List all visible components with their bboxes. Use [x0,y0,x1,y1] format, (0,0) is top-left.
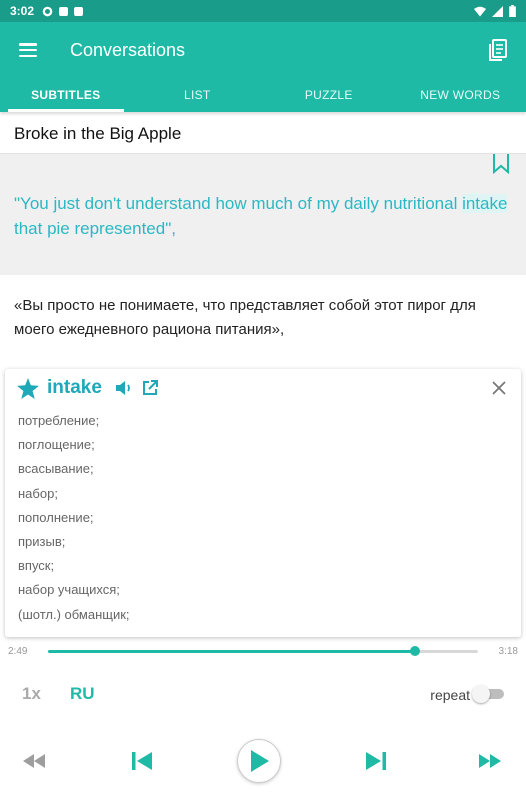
skip-previous-icon [132,752,152,770]
subtitle-block: "You just don't understand how much of m… [0,153,526,275]
dictionary-meanings-list: потребление; поглощение; всасывание; наб… [18,409,130,627]
current-time: 2:49 [8,646,28,657]
status-time: 3:02 [10,4,35,18]
status-system-icons [474,5,516,17]
rewind-button[interactable] [18,736,50,786]
wifi-icon [474,6,486,16]
close-icon[interactable] [491,380,507,396]
meaning-item: призыв; [18,534,66,550]
seek-bar-thumb[interactable] [409,646,420,656]
tab-new-words[interactable]: NEW WORDS [395,78,526,112]
dictionary-word: intake [47,377,102,398]
seek-bar[interactable] [48,646,478,656]
document-icon[interactable] [470,22,526,78]
fast-forward-button[interactable] [474,736,506,786]
repeat-label: repeat [430,687,470,703]
star-icon[interactable] [17,377,39,399]
tab-list[interactable]: LIST [132,78,264,112]
subtitle-text-before[interactable]: "You just don't understand how much of m… [14,194,462,213]
previous-button[interactable] [126,736,158,786]
total-time: 3:18 [498,646,518,657]
speed-button[interactable]: 1x [22,684,41,704]
notification-a-icon [59,6,69,16]
seek-bar-fill [48,650,415,653]
tab-puzzle[interactable]: PUZZLE [263,78,395,112]
status-bar: 3:02 [0,0,526,22]
language-button[interactable]: RU [70,684,95,704]
next-button[interactable] [360,736,392,786]
playback-options: 1x RU repeat [0,680,526,710]
dictionary-card: intake потребление; поглощение; всасыван… [5,369,521,637]
subtitle-translation: «Вы просто не понимаете, что представляе… [14,297,476,338]
subtitle-original-text[interactable]: "You just don't understand how much of m… [14,191,514,241]
speaker-icon[interactable] [115,380,134,396]
meaning-item: (шотл.) обманщик; [18,606,130,622]
player-controls [0,736,526,786]
status-notification-icons [42,6,84,17]
sd-card-icon [74,6,84,16]
meaning-item: набор учащихся; [18,582,120,598]
tab-bar: SUBTITLES LIST PUZZLE NEW WORDS [0,78,526,112]
playback-progress: 2:49 3:18 [0,643,526,661]
dictionary-header: intake [17,377,158,399]
meaning-item: потребление; [18,413,100,428]
meaning-item: пополнение; [18,509,94,525]
meaning-item: набор; [18,485,58,501]
rewind-icon [23,754,45,768]
book-title: Broke in the Big Apple [14,124,182,143]
fast-forward-icon [479,754,501,768]
battery-icon [509,5,516,17]
app-bar: Conversations [0,22,526,78]
settings-gear-icon [42,6,53,16]
app-bar-title: Conversations [70,39,186,60]
bookmark-icon[interactable] [492,154,510,174]
meaning-item: впуск; [18,558,55,574]
play-button[interactable] [236,736,282,786]
play-icon [251,750,269,772]
menu-icon[interactable] [0,22,56,78]
subtitle-text-after[interactable]: that pie represented", [14,219,176,238]
open-external-icon[interactable] [142,380,158,396]
meaning-item: поглощение; [18,437,95,453]
skip-next-icon [366,752,386,770]
meaning-item: всасывание; [18,461,94,477]
signal-icon [492,5,503,17]
subtitle-selected-word[interactable]: intake [462,194,508,213]
repeat-toggle[interactable] [472,685,504,703]
tab-subtitles[interactable]: SUBTITLES [0,78,132,112]
